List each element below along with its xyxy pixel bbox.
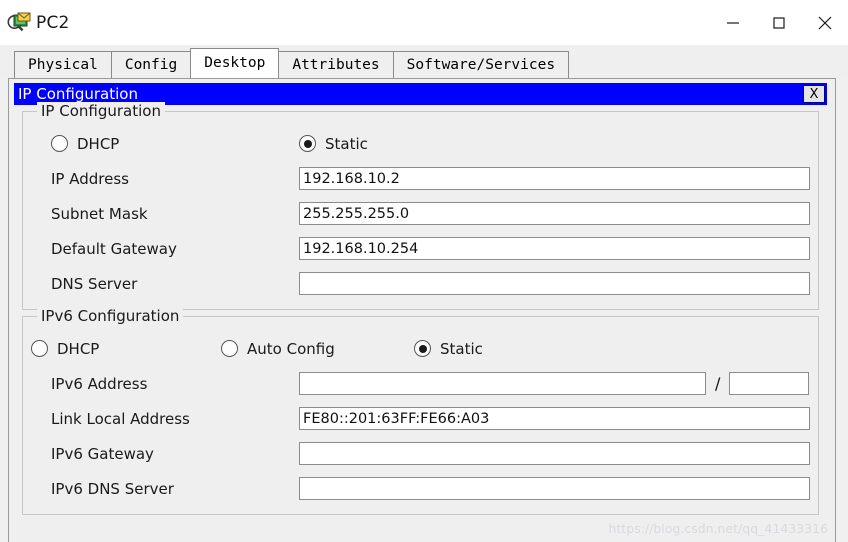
ipv6-link-local-address-label: Link Local Address <box>51 409 190 428</box>
ipv4-radio-dhcp[interactable]: DHCP <box>51 135 299 153</box>
ipv6-gateway-input[interactable] <box>299 442 810 465</box>
dialog-title: IP Configuration <box>18 85 138 103</box>
ipv6-link-local-address-input[interactable] <box>299 407 810 430</box>
ipv6-radio-auto-config-label: Auto Config <box>247 339 335 358</box>
ipv6-radio-static[interactable]: Static <box>414 340 483 358</box>
tab-attributes[interactable]: Attributes <box>278 51 394 78</box>
ipv6-dns-server-input[interactable] <box>299 477 810 500</box>
dialog-body: IP Configuration DHCP Static IP Address … <box>14 102 827 515</box>
ip-configuration-dialog: IP Configuration X IP Configuration DHCP <box>14 83 827 542</box>
ipv4-address-label: IP Address <box>51 169 129 188</box>
ipv4-default-gateway-label: Default Gateway <box>51 239 177 258</box>
ipv4-address-input[interactable] <box>299 167 810 190</box>
tab-strip: Physical Config Desktop Attributes Softw… <box>0 45 848 78</box>
ipv4-dhcp-radio-cell: DHCP <box>31 135 299 153</box>
tab-physical[interactable]: Physical <box>14 51 112 78</box>
ipv4-radio-dhcp-label: DHCP <box>77 134 120 153</box>
maximize-icon[interactable] <box>756 0 802 45</box>
ipv6-link-local-row: Link Local Address <box>31 401 810 436</box>
ipv4-gateway-row: Default Gateway <box>31 231 810 266</box>
ipv4-default-gateway-input[interactable] <box>299 237 810 260</box>
ipv4-configuration-group: IP Configuration DHCP Static IP Address … <box>22 102 819 310</box>
ipv6-radio-dhcp[interactable]: DHCP <box>31 340 221 358</box>
ipv6-dns-server-label: IPv6 DNS Server <box>51 479 174 498</box>
ipv4-address-row: IP Address <box>31 161 810 196</box>
ipv4-dns-server-label: DNS Server <box>51 274 138 293</box>
ipv6-address-row: IPv6 Address / <box>31 366 810 401</box>
radio-circle-icon <box>299 135 316 152</box>
ipv6-radio-auto-config[interactable]: Auto Config <box>221 340 414 358</box>
ipv4-subnet-mask-label: Subnet Mask <box>51 204 148 223</box>
close-icon[interactable] <box>802 0 848 45</box>
radio-circle-icon <box>221 340 238 357</box>
ipv6-gateway-label: IPv6 Gateway <box>51 444 154 463</box>
ipv6-mode-row: DHCP Auto Config Static <box>31 331 810 366</box>
ipv6-address-label: IPv6 Address <box>51 374 148 393</box>
window-titlebar: PC2 <box>0 0 848 45</box>
radio-circle-icon <box>414 340 431 357</box>
ipv4-subnet-row: Subnet Mask <box>31 196 810 231</box>
ipv6-radio-dhcp-label: DHCP <box>57 339 100 358</box>
minimize-icon[interactable] <box>710 0 756 45</box>
ipv4-dns-server-input[interactable] <box>299 272 810 295</box>
tab-software-services[interactable]: Software/Services <box>392 51 570 78</box>
ipv6-prefix-length-input[interactable] <box>729 372 810 395</box>
ipv6-dns-row: IPv6 DNS Server <box>31 471 810 506</box>
ipv6-gateway-row: IPv6 Gateway <box>31 436 810 471</box>
ipv4-radio-static-label: Static <box>325 134 368 153</box>
radio-circle-icon <box>51 135 68 152</box>
ipv6-prefix-separator: / <box>715 374 721 393</box>
ipv4-group-title: IP Configuration <box>37 102 165 120</box>
window-controls <box>710 0 848 45</box>
ipv4-radio-static[interactable]: Static <box>299 135 368 153</box>
ipv6-group-title: IPv6 Configuration <box>37 307 184 325</box>
pc-device-icon <box>6 10 32 36</box>
ipv6-radio-static-label: Static <box>440 339 483 358</box>
ipv6-address-input[interactable] <box>299 372 706 395</box>
window-title: PC2 <box>36 12 70 33</box>
ipv4-dns-row: DNS Server <box>31 266 810 301</box>
desktop-panel: IP Configuration X IP Configuration DHCP <box>8 78 836 542</box>
ipv4-subnet-mask-input[interactable] <box>299 202 810 225</box>
ipv4-mode-row: DHCP Static <box>31 126 810 161</box>
tab-desktop[interactable]: Desktop <box>190 48 280 78</box>
ipv6-configuration-group: IPv6 Configuration DHCP Auto Config Stat… <box>22 307 819 515</box>
tab-config[interactable]: Config <box>110 51 192 78</box>
dialog-close-button[interactable]: X <box>803 85 825 103</box>
radio-circle-icon <box>31 340 48 357</box>
